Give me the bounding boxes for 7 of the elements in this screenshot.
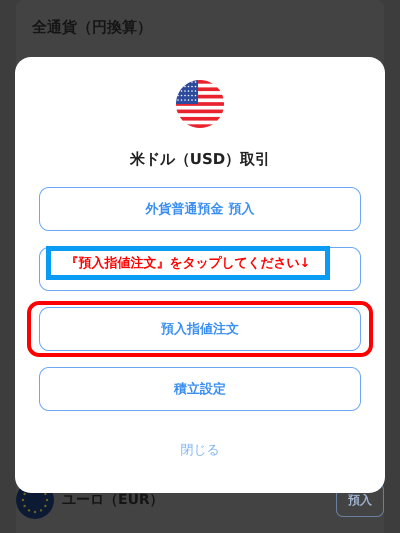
flag-icon bbox=[176, 80, 224, 128]
dialog-title: 米ドル（USD）取引 bbox=[130, 150, 270, 169]
action-button[interactable]: 外貨普通預金 預入 bbox=[39, 187, 361, 231]
close-link[interactable]: 閉じる bbox=[176, 439, 224, 461]
action-button[interactable]: 預入指値注文 bbox=[39, 307, 361, 351]
action-button[interactable]: 積立設定 bbox=[39, 367, 361, 411]
instruction-tooltip: 『預入指値注文』をタップしてください↓ bbox=[46, 246, 330, 280]
